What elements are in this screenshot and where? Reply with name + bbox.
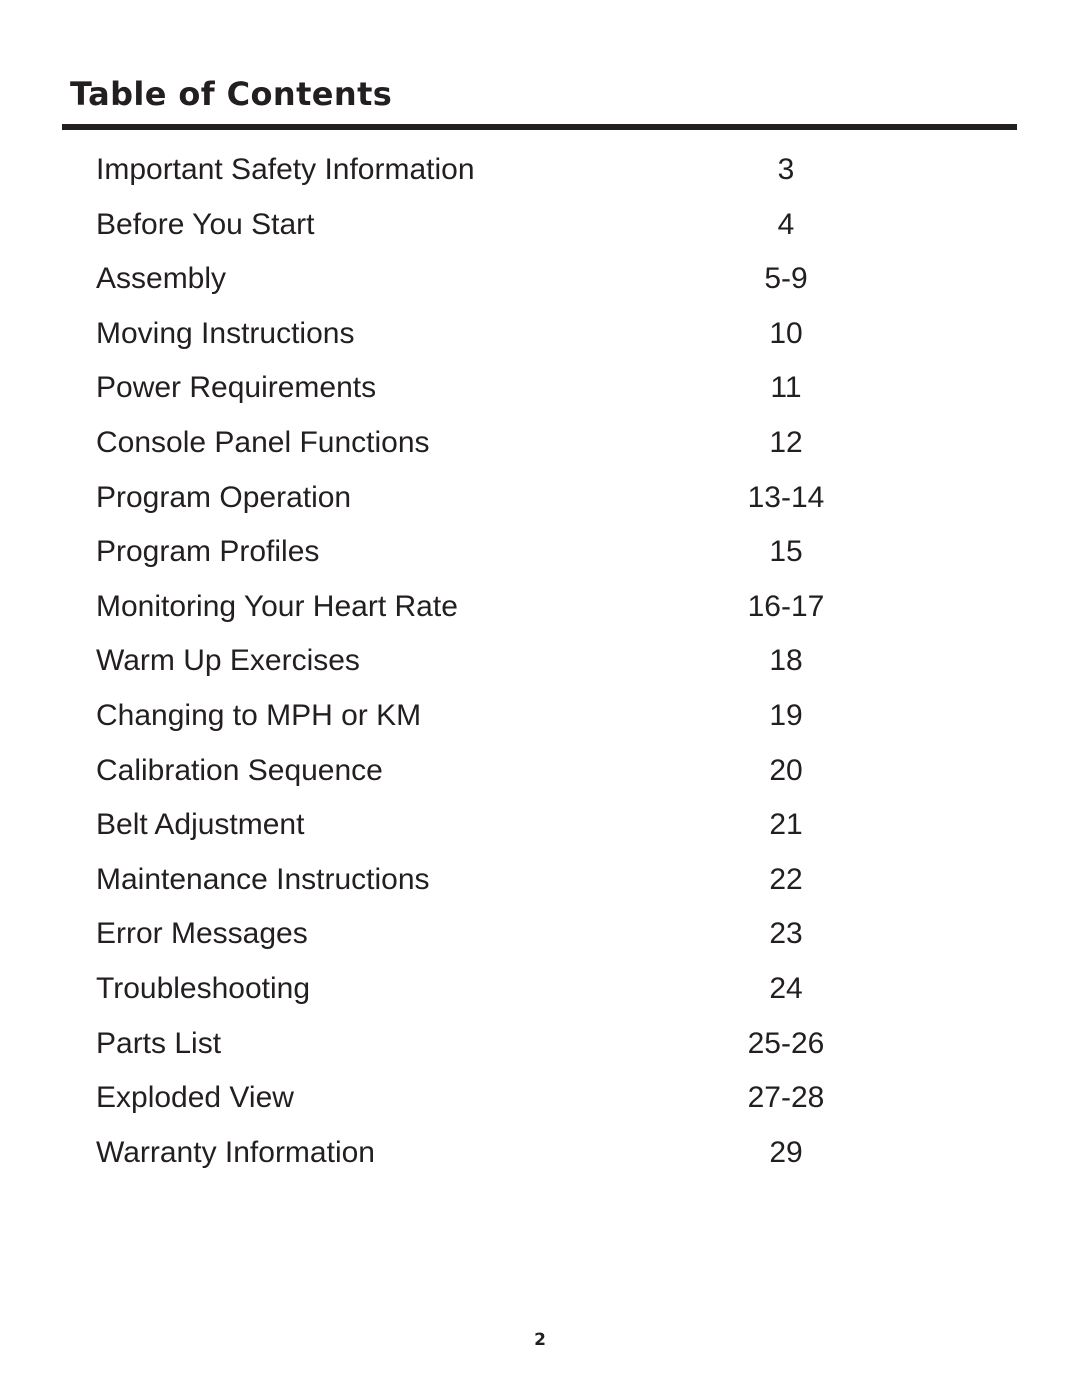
toc-entry[interactable]: Belt Adjustment 21 [0, 805, 1080, 860]
toc-entry-label: Console Panel Functions [96, 425, 430, 459]
toc-entry-label: Exploded View [96, 1081, 294, 1115]
toc-entry-page-number: 5-9 [764, 262, 808, 296]
toc-entry[interactable]: Power Requirements 11 [0, 368, 1080, 423]
toc-entry-page-number: 4 [777, 207, 795, 241]
toc-entry-label: Assembly [96, 262, 227, 296]
toc-entry-page-number: 16-17 [747, 589, 825, 623]
toc-entry-label: Maintenance Instructions [96, 862, 430, 896]
toc-entry-label: Moving Instructions [96, 316, 355, 350]
toc-entry-label: Program Profiles [96, 535, 320, 569]
toc-entry-page-number: 19 [769, 698, 803, 732]
toc-entry[interactable]: Exploded View 27-28 [0, 1078, 1080, 1133]
toc-entry-page-number: 12 [769, 425, 803, 459]
toc-entry-page-number: 22 [769, 862, 803, 896]
toc-entry-page-number: 29 [769, 1135, 803, 1169]
toc-entry-page-number: 21 [769, 808, 803, 842]
toc-entry[interactable]: Important Safety Information 3 [0, 150, 1080, 205]
toc-entry-page-number: 18 [769, 644, 803, 678]
toc-entry-page-number: 24 [769, 971, 803, 1005]
document-page: Table of Contents Important Safety Infor… [0, 0, 1080, 1397]
toc-entry[interactable]: Warm Up Exercises 18 [0, 641, 1080, 696]
title-underline-rule [62, 124, 1017, 130]
toc-entry-label: Power Requirements [96, 371, 377, 405]
toc-entry[interactable]: Console Panel Functions 12 [0, 423, 1080, 478]
toc-entry-label: Belt Adjustment [96, 808, 305, 842]
toc-entry[interactable]: Program Profiles 15 [0, 532, 1080, 587]
toc-entry[interactable]: Before You Start 4 [0, 205, 1080, 260]
toc-entry-label: Program Operation [96, 480, 352, 514]
toc-entry[interactable]: Error Messages 23 [0, 914, 1080, 969]
toc-entry-label: Changing to MPH or KM [96, 698, 422, 732]
toc-entry-label: Warranty Information [96, 1135, 375, 1169]
toc-entry-label: Parts List [96, 1026, 222, 1060]
toc-entry-label: Monitoring Your Heart Rate [96, 589, 458, 623]
toc-entry-label: Before You Start [96, 207, 315, 241]
toc-entry[interactable]: Warranty Information 29 [0, 1133, 1080, 1188]
toc-entry[interactable]: Parts List 25-26 [0, 1024, 1080, 1079]
toc-entry[interactable]: Changing to MPH or KM 19 [0, 696, 1080, 751]
toc-entry-page-number: 15 [769, 535, 803, 569]
toc-entry[interactable]: Troubleshooting 24 [0, 969, 1080, 1024]
toc-entry-page-number: 25-26 [747, 1026, 825, 1060]
toc-entry-page-number: 10 [769, 316, 803, 350]
toc-entry[interactable]: Calibration Sequence 20 [0, 751, 1080, 806]
toc-entry-page-number: 13-14 [747, 480, 825, 514]
toc-entry-page-number: 3 [777, 153, 795, 186]
toc-entry-label: Error Messages [96, 917, 308, 951]
toc-entry[interactable]: Maintenance Instructions 22 [0, 860, 1080, 915]
toc-entry-label: Warm Up Exercises [96, 644, 360, 678]
toc-entry[interactable]: Program Operation 13-14 [0, 478, 1080, 533]
toc-entry-label: Calibration Sequence [96, 753, 383, 787]
toc-entry-label: Important Safety Information [96, 153, 475, 186]
toc-entry-page-number: 27-28 [747, 1081, 825, 1115]
toc-entry-label: Troubleshooting [96, 971, 311, 1005]
table-of-contents-list: Important Safety Information 3 Before You … [0, 150, 1080, 1187]
toc-entry[interactable]: Moving Instructions 10 [0, 314, 1080, 369]
toc-entry-page-number: 11 [770, 371, 802, 405]
toc-entry[interactable]: Assembly 5-9 [0, 259, 1080, 314]
toc-entry-page-number: 20 [769, 753, 803, 787]
footer-page-number: 2 [534, 1330, 546, 1350]
page-title: Table of Contents [70, 75, 393, 113]
toc-entry[interactable]: Monitoring Your Heart Rate 16-17 [0, 587, 1080, 642]
toc-entry-page-number: 23 [769, 917, 803, 951]
